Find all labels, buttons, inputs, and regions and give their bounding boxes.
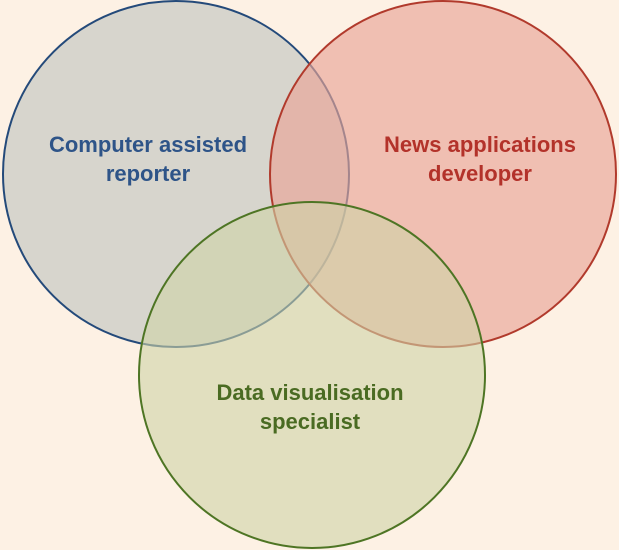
venn-diagram: Computer assisted reporter News applicat… xyxy=(0,0,619,550)
circle-data-visualisation-specialist xyxy=(138,201,486,549)
label-dvs-line1: Data visualisation xyxy=(216,380,403,405)
label-car-line1: Computer assisted xyxy=(49,132,247,157)
label-dvs-line2: specialist xyxy=(260,409,361,434)
label-nad-line1: News applications xyxy=(384,132,576,157)
label-car-line2: reporter xyxy=(106,161,191,186)
label-nad-line2: developer xyxy=(428,161,532,186)
